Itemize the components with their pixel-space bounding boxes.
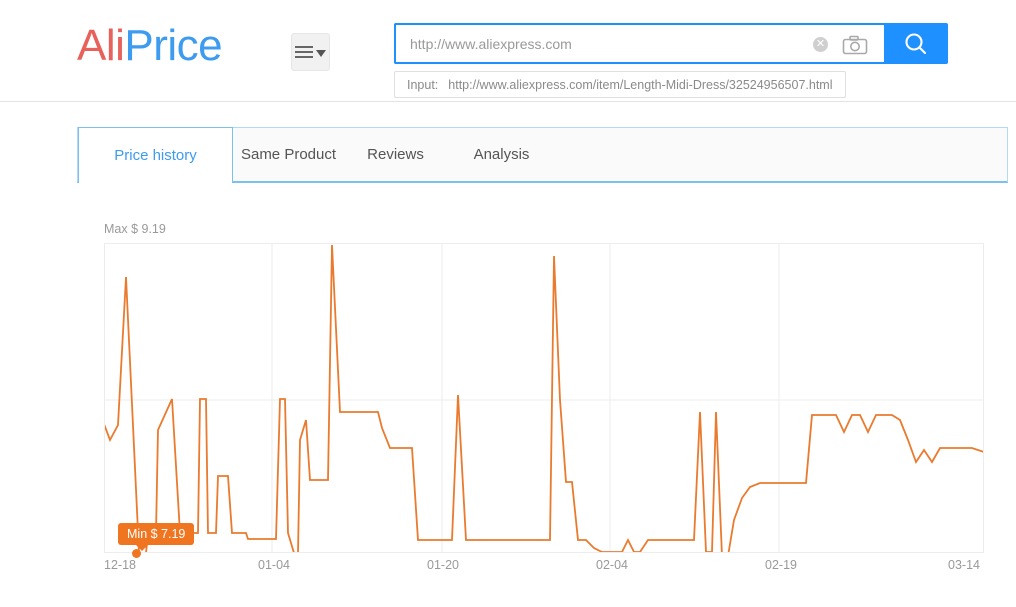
search-input-container[interactable]: ✕ [394,23,884,64]
search-suggestion-item[interactable]: Input: http://www.aliexpress.com/item/Le… [394,71,846,98]
x-axis-tick-label: 01-04 [258,558,290,572]
tab-analysis[interactable]: Analysis [447,128,557,181]
tab-reviews[interactable]: Reviews [345,128,447,181]
logo-text-price: Price [124,21,223,70]
search-button[interactable] [884,23,948,64]
x-axis-tick-label: 02-04 [596,558,628,572]
x-axis-tick-label: 12-18 [104,558,136,572]
camera-icon[interactable] [842,35,868,55]
tab-price-history[interactable]: Price history [78,127,233,183]
search-input[interactable] [408,28,803,59]
tab-bar: Price history Same Product Reviews Analy… [77,127,1008,183]
x-axis-tick-label: 02-19 [765,558,797,572]
chevron-down-icon [316,49,326,57]
hamburger-icon [295,43,313,61]
chart-x-axis: 12-18 01-04 01-20 02-04 02-19 03-14 [104,558,984,576]
logo-text-ali: Ali [77,21,125,70]
chart-min-point-marker [132,549,141,558]
x-axis-tick-label: 03-14 [948,558,980,572]
clear-icon[interactable]: ✕ [813,37,828,52]
x-axis-tick-label: 01-20 [427,558,459,572]
suggestion-label: Input: [407,77,439,92]
chart-min-tooltip: Min $ 7.19 [118,523,195,551]
price-history-page: AliPrice ✕ [0,0,1016,607]
site-header: AliPrice ✕ [0,0,1016,102]
tab-label: Same Product [240,146,337,163]
search-bar: ✕ [394,23,948,64]
tab-label: Price history [114,147,197,164]
chart-max-label: Max $ 9.19 [104,222,166,236]
tab-label: Reviews [367,146,424,163]
chart-plot-area [104,243,984,553]
aliprice-logo[interactable]: AliPrice [77,21,223,70]
search-icon [905,32,927,54]
hamburger-menu-button[interactable] [291,33,330,71]
tab-same-product[interactable]: Same Product [233,128,345,181]
tab-label: Analysis [473,146,530,163]
price-line-svg [105,244,983,552]
suggestion-value: http://www.aliexpress.com/item/Length-Mi… [448,77,833,92]
